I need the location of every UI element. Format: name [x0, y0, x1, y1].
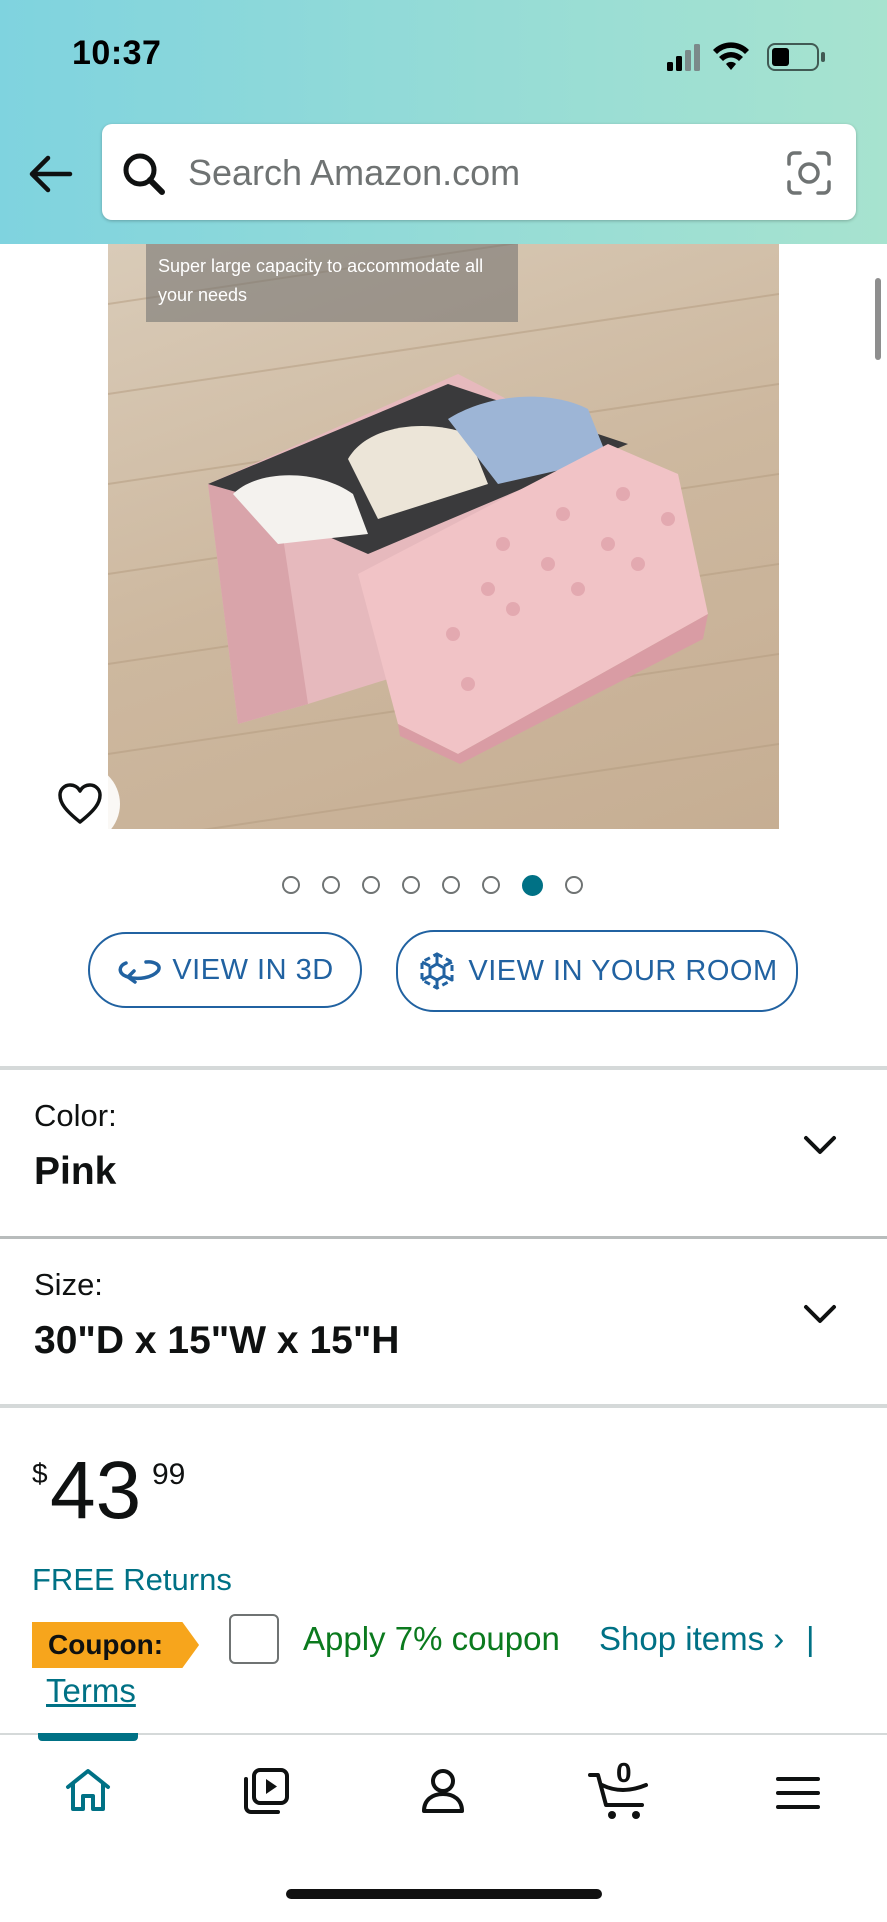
ar-cube-icon: [420, 952, 454, 990]
carousel-dot[interactable]: [442, 876, 460, 894]
divider: [0, 1404, 887, 1408]
coupon-badge: Coupon:: [32, 1622, 200, 1668]
hamburger-menu-icon[interactable]: [776, 1775, 820, 1816]
color-selector[interactable]: Color: Pink: [0, 1070, 887, 1234]
carousel-dot[interactable]: [565, 876, 583, 894]
camera-scan-icon[interactable]: [786, 150, 832, 201]
apply-coupon-label[interactable]: Apply 7% coupon: [303, 1620, 560, 1658]
search-icon: [120, 150, 168, 203]
image-caption: Super large capacity to accommodate all …: [146, 244, 518, 322]
status-time: 10:37: [72, 34, 162, 72]
status-icons: [667, 40, 847, 74]
home-indicator[interactable]: [286, 1889, 602, 1899]
active-tab-indicator: [38, 1733, 138, 1741]
carousel-dot[interactable]: [282, 876, 300, 894]
wifi-icon: [713, 42, 749, 70]
rotate-3d-icon: [118, 960, 162, 984]
account-icon[interactable]: [420, 1767, 466, 1820]
size-label: Size:: [34, 1267, 103, 1302]
view-in-3d-button[interactable]: VIEW IN 3D: [88, 932, 362, 1008]
carousel-dot[interactable]: [322, 876, 340, 894]
back-arrow-icon[interactable]: [24, 148, 76, 200]
chevron-down-icon: [803, 1134, 837, 1161]
color-value: Pink: [34, 1150, 117, 1193]
price-whole: 43: [50, 1445, 142, 1536]
cart-icon[interactable]: [588, 1771, 652, 1826]
wishlist-heart-button[interactable]: [40, 764, 120, 844]
shop-items-link[interactable]: Shop items ›: [599, 1620, 784, 1658]
home-icon[interactable]: [64, 1767, 112, 1818]
terms-link[interactable]: Terms: [46, 1672, 136, 1710]
search-bar[interactable]: [102, 124, 856, 220]
coupon-checkbox[interactable]: [229, 1614, 279, 1664]
search-input[interactable]: [186, 146, 750, 200]
color-label: Color:: [34, 1098, 117, 1133]
carousel-dots[interactable]: [282, 875, 583, 898]
carousel-dot-active[interactable]: [522, 875, 543, 896]
view-in-3d-label: VIEW IN 3D: [172, 953, 334, 986]
price-symbol: $: [32, 1458, 48, 1489]
battery-icon: [767, 43, 825, 71]
size-value: 30"D x 15"W x 15"H: [34, 1319, 400, 1362]
header: 10:37: [0, 0, 887, 244]
carousel-dot[interactable]: [482, 876, 500, 894]
scrollbar[interactable]: [875, 278, 881, 360]
carousel-dot[interactable]: [362, 876, 380, 894]
price-fraction: 99: [152, 1458, 186, 1491]
free-returns-link[interactable]: FREE Returns: [32, 1562, 232, 1598]
link-separator: |: [806, 1620, 815, 1657]
heart-icon: [58, 783, 102, 824]
carousel-dot[interactable]: [402, 876, 420, 894]
view-in-your-room-button[interactable]: VIEW IN YOUR ROOM: [396, 930, 798, 1012]
video-icon[interactable]: [242, 1767, 290, 1820]
chevron-down-icon: [803, 1303, 837, 1330]
size-selector[interactable]: Size: 30"D x 15"W x 15"H: [0, 1239, 887, 1403]
product-image[interactable]: Super large capacity to accommodate all …: [108, 244, 779, 829]
view-in-your-room-label: VIEW IN YOUR ROOM: [468, 954, 778, 987]
signal-icon: [667, 44, 700, 71]
product-image-area: Super large capacity to accommodate all …: [0, 244, 887, 896]
